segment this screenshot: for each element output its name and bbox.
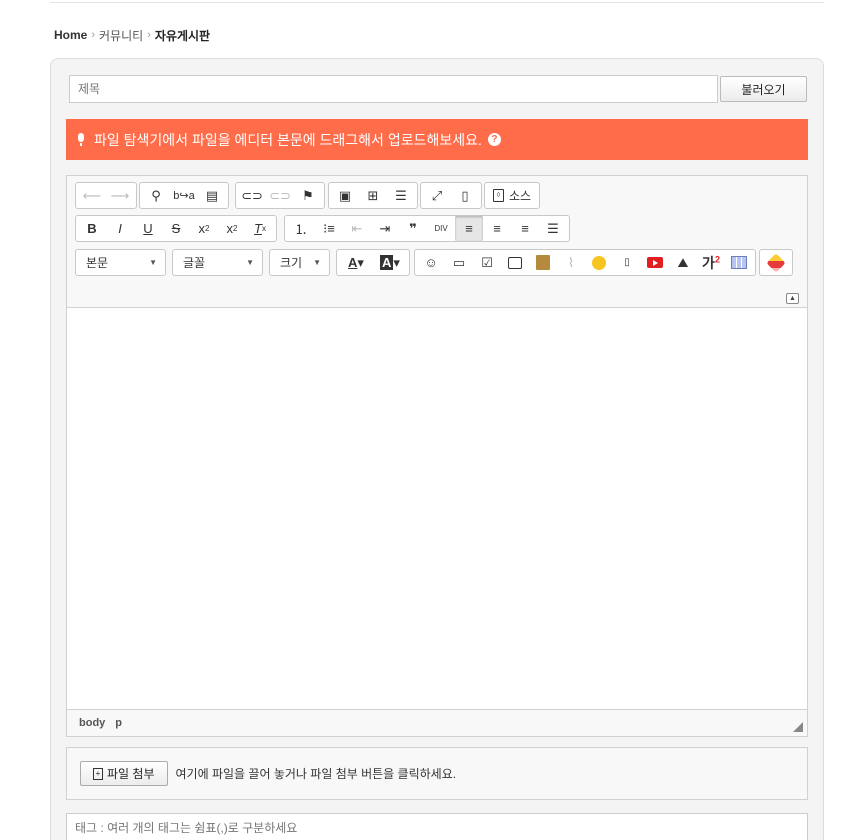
editor-content[interactable] (67, 308, 807, 709)
font-select[interactable]: 글꼴 ▼ (172, 249, 263, 276)
bold-icon[interactable]: B (78, 216, 106, 241)
path-p[interactable]: p (115, 717, 122, 729)
chevron-down-icon: ▼ (149, 258, 157, 267)
chevron-down-icon: ▼ (246, 258, 254, 267)
search-group: ⚲ b↪a ▤ (139, 182, 229, 209)
checkbox-icon[interactable]: ☑ (473, 250, 501, 275)
select-all-icon[interactable]: ▤ (198, 183, 226, 208)
anchor-icon[interactable]: ⚑ (294, 183, 322, 208)
outdent-icon[interactable]: ⇤ (343, 216, 371, 241)
gallery-icon[interactable] (501, 250, 529, 275)
source-button[interactable]: ◊ 소스 (487, 187, 537, 204)
load-draft-button[interactable]: 불러오기 (720, 76, 807, 102)
columns-icon[interactable] (725, 250, 753, 275)
microphone-icon (76, 132, 86, 147)
element-path-bar: body p (67, 709, 807, 736)
upload-notice-banner: 파일 탐색기에서 파일을 에디터 본문에 드래그해서 업로드해보세요. ? (66, 119, 808, 160)
source-icon: ◊ (493, 189, 504, 202)
link-icon[interactable]: ⊂⊃ (238, 183, 266, 208)
file-attach-label: 파일 첨부 (107, 767, 155, 781)
underline-icon[interactable]: U (134, 216, 162, 241)
upload-notice-text: 파일 탐색기에서 파일을 에디터 본문에 드래그해서 업로드해보세요. (94, 131, 482, 148)
file-attach-area[interactable]: + 파일 첨부 여기에 파일을 끌어 놓거나 파일 첨부 버튼을 클릭하세요. (66, 747, 808, 800)
align-left-icon[interactable]: ≡ (455, 216, 483, 241)
toolbar-collapse-button[interactable]: ▲ (786, 293, 799, 304)
indent-icon[interactable]: ⇥ (371, 216, 399, 241)
highlight-group (759, 249, 793, 276)
file-add-icon: + (93, 767, 103, 780)
image-icon[interactable]: ▣ (331, 183, 359, 208)
link-group: ⊂⊃ ⊂⊃ ⚑ (235, 182, 325, 209)
breadcrumb-separator: › (147, 29, 151, 41)
redo-icon[interactable]: ⟶ (106, 183, 134, 208)
emoji-icon[interactable] (585, 250, 613, 275)
breadcrumb-home[interactable]: Home (54, 28, 87, 42)
italic-icon[interactable]: I (106, 216, 134, 241)
maximize-icon[interactable]: ⤢ (423, 183, 451, 208)
source-group: ◊ 소스 (484, 182, 541, 209)
image2-icon[interactable]: ▭ (445, 250, 473, 275)
bulleted-list-icon[interactable]: ⁝≡ (315, 216, 343, 241)
find-icon[interactable]: ⚲ (142, 183, 170, 208)
book-icon[interactable] (529, 250, 557, 275)
numbered-list-icon[interactable]: ⒈ (287, 216, 315, 241)
unlink-icon[interactable]: ⊂⊃ (266, 183, 294, 208)
paragraph-group: ⒈ ⁝≡ ⇤ ⇥ ❞ DIV ≡ ≡ ≡ ☰ (284, 215, 570, 242)
horizontal-rule-icon[interactable]: ☰ (387, 183, 415, 208)
undo-icon[interactable]: ⟵ (78, 183, 106, 208)
breadcrumb-current[interactable]: 자유게시판 (155, 27, 210, 44)
blockquote-icon[interactable]: ❞ (399, 216, 427, 241)
table-icon[interactable]: ⊞ (359, 183, 387, 208)
code-icon[interactable]: ▯ (613, 250, 641, 275)
text-color-icon[interactable]: A ▾ (339, 250, 373, 275)
justify-icon[interactable]: ☰ (539, 216, 567, 241)
clip-icon[interactable]: ⌇ (557, 250, 585, 275)
subscript-icon[interactable]: x2 (190, 216, 218, 241)
color-group: A ▾ A ▾ (336, 249, 410, 276)
insert-group: ▣ ⊞ ☰ (328, 182, 418, 209)
file-attach-button[interactable]: + 파일 첨부 (80, 761, 168, 786)
emoticon-icon[interactable]: ☺ (417, 250, 445, 275)
format-select[interactable]: 본문 ▼ (75, 249, 166, 276)
replace-icon[interactable]: b↪a (170, 183, 198, 208)
superscript-ga-icon[interactable]: 가2 (697, 250, 725, 275)
align-center-icon[interactable]: ≡ (483, 216, 511, 241)
superscript-icon[interactable]: x2 (218, 216, 246, 241)
align-right-icon[interactable]: ≡ (511, 216, 539, 241)
breadcrumb-community[interactable]: 커뮤니티 (99, 27, 143, 44)
format-select-value: 본문 (86, 256, 109, 270)
editor-toolbar: ⟵ ⟶ ⚲ b↪a ▤ ⊂⊃ ⊂⊃ ⚑ ▣ ⊞ ☰ ⤢ ▯ ◊ 소스 B I U… (67, 176, 807, 308)
youtube-icon[interactable] (641, 250, 669, 275)
pencil-icon[interactable] (762, 250, 790, 275)
size-select[interactable]: 크기 ▼ (269, 249, 330, 276)
strike-icon[interactable]: S (162, 216, 190, 241)
rich-text-editor: ⟵ ⟶ ⚲ b↪a ▤ ⊂⊃ ⊂⊃ ⚑ ▣ ⊞ ☰ ⤢ ▯ ◊ 소스 B I U… (66, 175, 808, 737)
path-body[interactable]: body (79, 717, 105, 729)
basic-style-group: B I U S x2 x2 Tx (75, 215, 277, 242)
font-select-value: 글꼴 (183, 256, 206, 270)
file-attach-hint: 여기에 파일을 끌어 놓거나 파일 첨부 버튼을 클릭하세요. (175, 767, 457, 781)
show-blocks-icon[interactable]: ▯ (451, 183, 479, 208)
breadcrumb: Home › 커뮤니티 › 자유게시판 (54, 27, 210, 43)
map-icon[interactable]: ⛰ (669, 250, 697, 275)
help-icon[interactable]: ? (487, 133, 501, 146)
size-select-value: 크기 (280, 256, 303, 270)
chevron-down-icon: ▼ (313, 258, 321, 267)
title-input[interactable] (69, 75, 718, 103)
breadcrumb-separator: › (91, 29, 96, 41)
view-group: ⤢ ▯ (420, 182, 482, 209)
tags-input[interactable] (66, 813, 808, 840)
resize-handle[interactable] (793, 722, 803, 732)
bg-color-icon[interactable]: A ▾ (373, 250, 407, 275)
div-icon[interactable]: DIV (427, 216, 455, 241)
source-label: 소스 (509, 189, 532, 203)
history-group: ⟵ ⟶ (75, 182, 137, 209)
top-divider (50, 2, 824, 3)
remove-format-icon[interactable]: Tx (246, 216, 274, 241)
plugins-group: ☺ ▭ ☑ ⌇ ▯ ⛰ 가2 (414, 249, 756, 276)
